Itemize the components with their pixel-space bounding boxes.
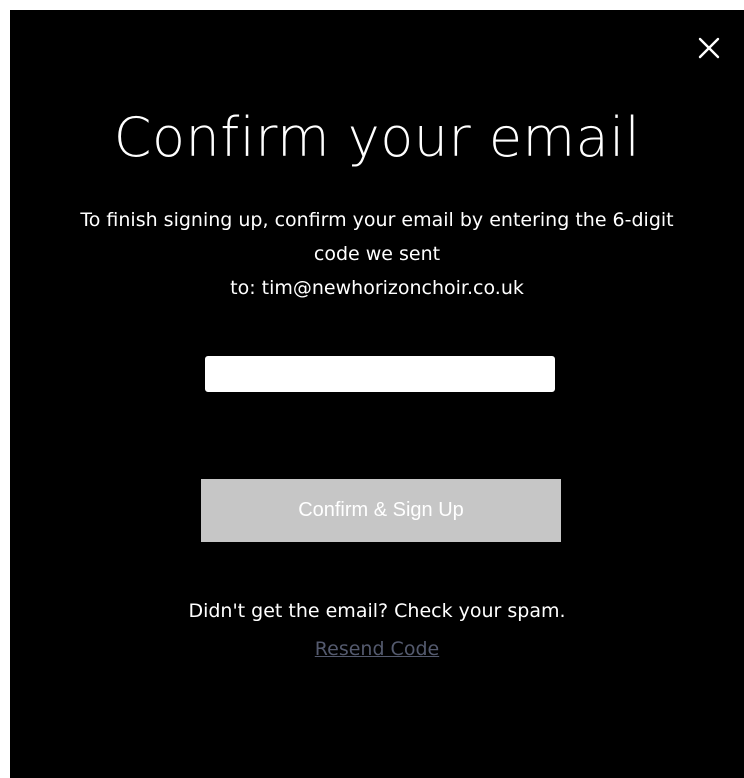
message-line-2: code we sent <box>313 243 441 265</box>
message-line-1: To finish signing up, confirm your email… <box>80 209 674 231</box>
confirm-sign-up-button[interactable]: Confirm & Sign Up <box>201 479 561 542</box>
close-button[interactable] <box>697 36 721 60</box>
dialog-title: Confirm your email <box>113 106 641 169</box>
message-line-3: to: tim@newhorizonchoir.co.uk <box>230 277 524 299</box>
confirm-email-dialog: Confirm your email To finish signing up,… <box>10 10 744 778</box>
confirmation-message: To finish signing up, confirm your email… <box>50 203 704 305</box>
close-icon <box>698 37 720 59</box>
spam-note: Didn't get the email? Check your spam. <box>188 600 566 622</box>
verification-code-input[interactable] <box>205 356 555 392</box>
resend-code-link[interactable]: Resend Code <box>10 634 744 664</box>
